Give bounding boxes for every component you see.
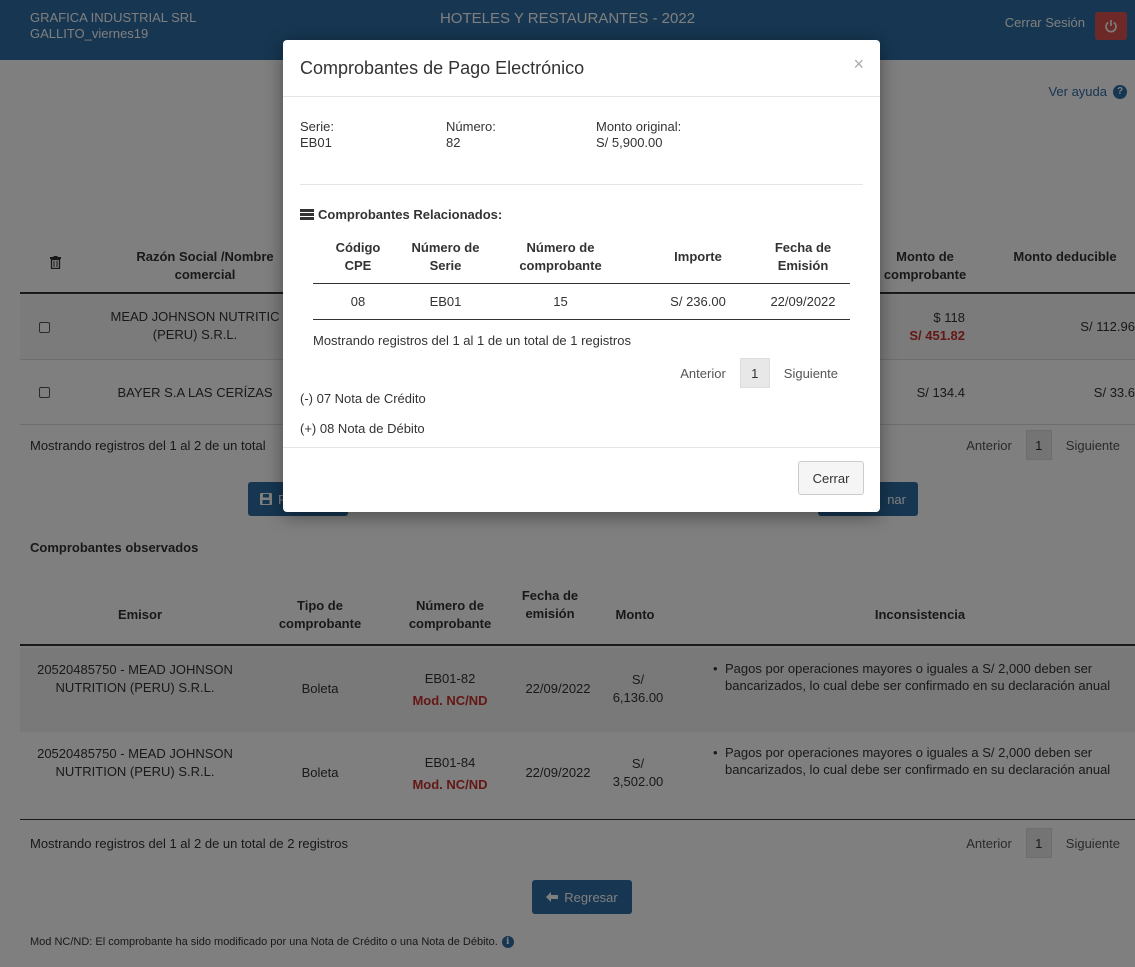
numero-label: Número: xyxy=(446,119,496,134)
related-table-header: Código CPE Número de Serie Número de com… xyxy=(313,232,850,284)
cell-importe: S/ 236.00 xyxy=(670,294,726,309)
list-icon xyxy=(300,209,314,220)
serie-label: Serie: xyxy=(300,119,334,134)
close-icon[interactable]: × xyxy=(853,54,864,75)
pager-page[interactable]: 1 xyxy=(739,358,770,388)
legend-nd: (+) 08 Nota de Débito xyxy=(300,421,425,436)
monto-info: Monto original: S/ 5,900.00 xyxy=(596,119,681,151)
numero-info: Número: 82 xyxy=(446,119,496,151)
numero-value: 82 xyxy=(446,135,461,150)
pager-next[interactable]: Siguiente xyxy=(784,366,838,381)
header-serie: Número de Serie xyxy=(411,240,480,273)
header-importe: Importe xyxy=(674,249,722,264)
monto-label: Monto original: xyxy=(596,119,682,134)
serie-value: EB01 xyxy=(300,135,332,150)
related-title: Comprobantes Relacionados: xyxy=(300,207,502,222)
cpe-modal: Comprobantes de Pago Electrónico × Serie… xyxy=(283,40,880,512)
related-table-row: 08 EB01 15 S/ 236.00 22/09/2022 xyxy=(313,284,850,320)
pager-prev[interactable]: Anterior xyxy=(680,366,726,381)
modal-title: Comprobantes de Pago Electrónico xyxy=(300,58,585,78)
cell-fecha: 22/09/2022 xyxy=(770,294,836,309)
related-title-label: Comprobantes Relacionados: xyxy=(318,207,503,222)
cell-serie: EB01 xyxy=(429,294,462,309)
modal-header-divider xyxy=(283,96,880,97)
modal-footer-divider xyxy=(283,447,880,448)
header-codigo: Código CPE xyxy=(335,240,381,273)
header-numero: Número de comprobante xyxy=(519,240,602,273)
header-fecha: Fecha de Emisión xyxy=(774,240,832,273)
modal-divider xyxy=(300,184,863,185)
serie-info: Serie: EB01 xyxy=(300,119,334,151)
modal-pager: Anterior 1 Siguiente xyxy=(680,358,838,388)
modal-pager-info: Mostrando registros del 1 al 1 de un tot… xyxy=(313,333,631,348)
cell-numero: 15 xyxy=(553,294,568,309)
close-button[interactable]: Cerrar xyxy=(798,461,864,495)
monto-value: S/ 5,900.00 xyxy=(596,135,663,150)
legend-nc: (-) 07 Nota de Crédito xyxy=(300,391,426,406)
cell-codigo: 08 xyxy=(350,294,366,309)
